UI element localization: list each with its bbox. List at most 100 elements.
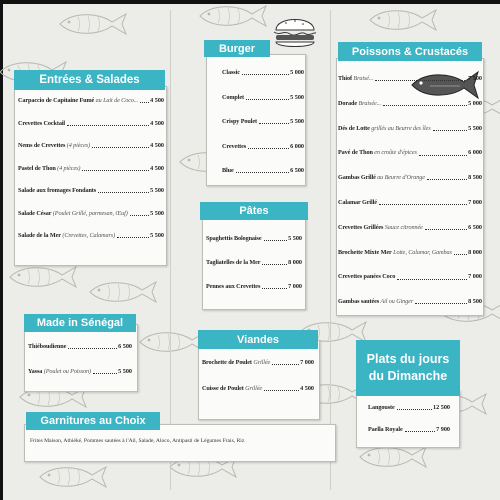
dish-price: 8 500 xyxy=(468,174,482,182)
leader-dots xyxy=(418,154,468,156)
dish-name: Yassa (Poulet ou Poisson) xyxy=(28,368,91,375)
dish-price: 5 500 xyxy=(118,368,132,375)
leader-dots xyxy=(396,409,432,411)
dish-description: (4 pièces) xyxy=(65,142,90,149)
senegal-panel xyxy=(24,324,138,392)
leader-dots xyxy=(453,253,468,255)
dish-price: 5 000 xyxy=(290,69,304,76)
pates-item: Tagliatelles de la Mer 8 000 xyxy=(206,259,302,266)
dish-description: Grillée xyxy=(251,359,271,366)
pates-item: Spaghettis Bolognaise 5 500 xyxy=(206,235,302,242)
viandes-title: Viandes xyxy=(198,330,318,349)
poissons-item: Brochette Mixte Mer Lotte, Calamar, Gamb… xyxy=(338,248,482,256)
senegal-item: Thiéboudienne 6 500 xyxy=(28,343,132,350)
entrees-item: Salade César (Poulet Grillé, parmesan, Œ… xyxy=(18,209,164,217)
dish-price: 5 000 xyxy=(468,99,482,107)
dimanche-title-line1: Plats du jours xyxy=(366,352,450,367)
burger-illustration xyxy=(273,19,317,47)
divider xyxy=(330,10,331,490)
burger-item: Complet 5 500 xyxy=(222,93,304,101)
leader-dots xyxy=(93,373,118,375)
dish-price: 8 500 xyxy=(468,298,482,306)
viandes-item: Cuisse de Poulet Grillée 4 500 xyxy=(202,385,314,392)
entrees-title: Entrées & Salades xyxy=(14,70,165,90)
leader-dots xyxy=(245,98,290,100)
dish-name: Pavé de Thon en croûte d'épices xyxy=(338,149,417,157)
dish-name: Blue xyxy=(222,167,234,174)
leader-dots xyxy=(426,179,468,181)
dish-price: 7 900 xyxy=(436,426,450,433)
dish-price: 6 500 xyxy=(118,343,132,350)
pates-title: Pâtes xyxy=(200,202,308,220)
leader-dots xyxy=(241,74,290,76)
dish-name: Salade de la Mer (Crevettes, Calamars) xyxy=(18,232,116,239)
dish-name: Crevettes panées Coco xyxy=(338,273,396,281)
dimanche-title-line2: du Dimanche xyxy=(368,369,448,383)
leader-dots xyxy=(264,390,300,392)
burger-title: Burger xyxy=(204,40,270,57)
dimanche-title: Plats du jours du Dimanche xyxy=(356,340,460,396)
dish-description: Braisé... xyxy=(351,75,374,82)
leader-dots xyxy=(378,204,468,206)
entrees-item: Carpaccio de Capitaine Fumé au Lait de C… xyxy=(18,97,164,104)
dish-description: au Lait de Coco... xyxy=(94,97,139,104)
viandes-item: Brochette de Poulet Grillée 7 000 xyxy=(202,359,314,366)
viandes-panel xyxy=(198,340,320,420)
dish-description: (4 pièces) xyxy=(55,164,81,172)
fish-illustration xyxy=(411,70,479,100)
dish-description: (Poulet Grillé, parmesan, Œuf) xyxy=(51,209,128,217)
leader-dots xyxy=(272,364,300,366)
dish-name: Crevettes Cocktail xyxy=(18,119,66,127)
dish-price: 5 500 xyxy=(468,124,482,132)
leader-dots xyxy=(68,348,118,350)
leader-dots xyxy=(67,124,150,126)
entrees-item: Salade de la Mer (Crevettes, Calamars) 5 … xyxy=(18,232,164,239)
dish-name: Crispy Poulet xyxy=(222,118,257,125)
burger-item: Crispy Poulet 5 500 xyxy=(222,118,304,125)
entrees-item: Salade aux fromages Fondants 5 500 xyxy=(18,187,164,194)
burger-item: Crevettes 6 000 xyxy=(222,142,304,150)
dimanche-item: Paella Royale 7 900 xyxy=(368,426,450,433)
dish-price: 6 000 xyxy=(290,142,304,150)
dimanche-panel xyxy=(356,390,460,448)
entrees-item: Nems de Crevettes (4 pièces) 4 500 xyxy=(18,142,164,149)
dish-name: Brochette de Poulet Grillée xyxy=(202,359,271,366)
dish-name: Thiof Braisé... xyxy=(338,75,374,82)
dish-name: Tagliatelles de la Mer xyxy=(206,259,261,266)
dish-name: Dorade Braisée... xyxy=(338,99,381,107)
entrees-item: Pastel de Thon (4 pièces) 4 500 xyxy=(18,164,164,172)
dish-price: 4 500 xyxy=(150,97,164,104)
leader-dots xyxy=(98,192,150,194)
leader-dots xyxy=(424,229,468,230)
dish-name: Brochette Mixte Mer Lotte, Calamar, Gamb… xyxy=(338,248,452,256)
poissons-item: Thiof Braisé... 7 500 xyxy=(338,75,482,82)
dish-price: 7 000 xyxy=(288,283,302,290)
dish-name: Calamar Grillé xyxy=(338,199,377,206)
poissons-item: Crevettes Grillées Sauce citronnée 6 500 xyxy=(338,223,482,231)
leader-dots xyxy=(415,303,468,305)
leader-dots xyxy=(375,80,468,82)
dish-description: Braisée... xyxy=(357,99,381,107)
dish-name: Carpaccio de Capitaine Fumé au Lait de C… xyxy=(18,97,139,104)
dish-name: Complet xyxy=(222,93,244,101)
poissons-item: Crevettes panées Coco 7 000 xyxy=(338,274,482,280)
senegal-title: Made in Sénégal xyxy=(24,314,136,332)
dimanche-item: Langouste 12 500 xyxy=(368,404,450,411)
dish-name: Gambas Grillé au Beurre d'Orange xyxy=(338,174,425,182)
leader-dots xyxy=(258,123,290,125)
dish-price: 6 500 xyxy=(468,223,482,231)
leader-dots xyxy=(262,264,288,266)
dish-description: (Crevettes, Calamars) xyxy=(60,232,116,239)
dish-name: Crevettes xyxy=(222,142,247,150)
poissons-item: Gambas Grillé au Beurre d'Orange 8 500 xyxy=(338,174,482,182)
dish-name: Paella Royale xyxy=(368,426,403,433)
dish-name: Dés de Lotte grillés au Beurre des îles xyxy=(338,124,431,132)
dish-price: 8 000 xyxy=(468,248,482,256)
leader-dots xyxy=(129,214,150,216)
dish-price: 5 500 xyxy=(150,187,164,194)
dish-description: (Poulet ou Poisson) xyxy=(42,368,91,375)
leader-dots xyxy=(383,105,468,106)
leader-dots xyxy=(117,237,150,239)
leader-dots xyxy=(263,240,288,242)
dish-name: Nems de Crevettes (4 pièces) xyxy=(18,142,90,149)
